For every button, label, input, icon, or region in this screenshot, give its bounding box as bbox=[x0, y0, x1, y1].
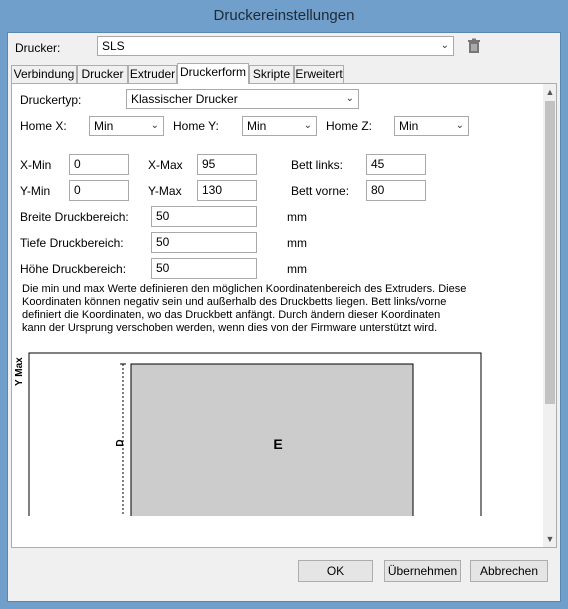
breite-unit: mm bbox=[287, 210, 307, 224]
home-z-label: Home Z: bbox=[326, 119, 373, 133]
y-max-input[interactable]: 130 bbox=[197, 180, 257, 201]
printer-settings-window: Druckereinstellungen Drucker: SLS ⌄ Verb… bbox=[0, 0, 568, 609]
tab-druckerform[interactable]: Druckerform bbox=[177, 63, 249, 84]
druckertyp-select[interactable]: Klassischer Drucker ⌄ bbox=[126, 89, 359, 109]
ok-button[interactable]: OK bbox=[298, 560, 373, 582]
cancel-button[interactable]: Abbrechen bbox=[470, 560, 548, 582]
tab-extruder[interactable]: Extruder bbox=[128, 65, 177, 83]
home-y-label: Home Y: bbox=[173, 119, 219, 133]
tiefe-label: Tiefe Druckbereich: bbox=[20, 236, 124, 250]
y-max-axis-label: Y Max bbox=[14, 357, 25, 386]
druckertyp-value: Klassischer Drucker bbox=[131, 92, 238, 106]
home-x-label: Home X: bbox=[20, 119, 67, 133]
tab-erweitert[interactable]: Erweitert bbox=[294, 65, 344, 83]
home-z-value: Min bbox=[399, 119, 419, 133]
x-min-label: X-Min bbox=[20, 158, 52, 172]
bett-vorne-input[interactable]: 80 bbox=[366, 180, 426, 201]
x-max-input[interactable]: 95 bbox=[197, 154, 257, 175]
chevron-down-icon: ⌄ bbox=[303, 120, 312, 131]
tiefe-unit: mm bbox=[287, 236, 307, 250]
home-y-select[interactable]: Min ⌄ bbox=[242, 116, 317, 136]
home-x-value: Min bbox=[94, 119, 114, 133]
hoehe-label: Höhe Druckbereich: bbox=[20, 262, 127, 276]
bett-vorne-label: Bett vorne: bbox=[291, 184, 350, 198]
print-area-rect bbox=[130, 363, 414, 516]
x-max-label: X-Max bbox=[148, 158, 183, 172]
chevron-down-icon: ⌄ bbox=[455, 120, 464, 131]
breite-label: Breite Druckbereich: bbox=[20, 210, 129, 224]
print-area-diagram: Y Max E D C bbox=[14, 352, 482, 516]
printer-select-value: SLS bbox=[102, 39, 125, 53]
chevron-down-icon: ⌄ bbox=[345, 93, 354, 104]
panel-scrollbar[interactable]: ▲ ▼ bbox=[543, 84, 556, 547]
tab-verbindung[interactable]: Verbindung bbox=[11, 65, 77, 83]
y-max-label: Y-Max bbox=[148, 184, 182, 198]
tiefe-input[interactable]: 50 bbox=[151, 232, 257, 253]
druckertyp-label: Druckertyp: bbox=[20, 93, 82, 107]
y-min-label: Y-Min bbox=[20, 184, 51, 198]
tab-drucker[interactable]: Drucker bbox=[77, 65, 128, 83]
printer-select[interactable]: SLS ⌄ bbox=[97, 36, 454, 56]
chevron-down-icon: ⌄ bbox=[440, 40, 449, 51]
bett-links-input[interactable]: 45 bbox=[366, 154, 426, 175]
label-e: E bbox=[273, 436, 282, 452]
x-min-input[interactable]: 0 bbox=[69, 154, 129, 175]
bett-links-label: Bett links: bbox=[291, 158, 344, 172]
home-x-select[interactable]: Min ⌄ bbox=[89, 116, 164, 136]
hoehe-input[interactable]: 50 bbox=[151, 258, 257, 279]
home-y-value: Min bbox=[247, 119, 267, 133]
window-title: Druckereinstellungen bbox=[213, 7, 355, 24]
chevron-down-icon: ⌄ bbox=[150, 120, 159, 131]
dialog-client-area: Drucker: SLS ⌄ Verbindung Drucker Extrud… bbox=[7, 32, 561, 602]
trash-icon[interactable] bbox=[467, 38, 481, 54]
apply-button[interactable]: Übernehmen bbox=[384, 560, 461, 582]
coordinates-description: Die min und max Werte definieren den mög… bbox=[22, 283, 467, 334]
scroll-up-icon[interactable]: ▲ bbox=[543, 85, 556, 99]
y-min-input[interactable]: 0 bbox=[69, 180, 129, 201]
scroll-thumb[interactable] bbox=[545, 101, 555, 404]
tab-skripte[interactable]: Skripte bbox=[249, 65, 294, 83]
druckerform-panel: Druckertyp: Klassischer Drucker ⌄ Home X… bbox=[11, 83, 557, 548]
printer-label: Drucker: bbox=[15, 41, 61, 55]
breite-input[interactable]: 50 bbox=[151, 206, 257, 227]
scroll-down-icon[interactable]: ▼ bbox=[543, 532, 556, 546]
label-d: D bbox=[115, 439, 126, 446]
hoehe-unit: mm bbox=[287, 262, 307, 276]
home-z-select[interactable]: Min ⌄ bbox=[394, 116, 469, 136]
